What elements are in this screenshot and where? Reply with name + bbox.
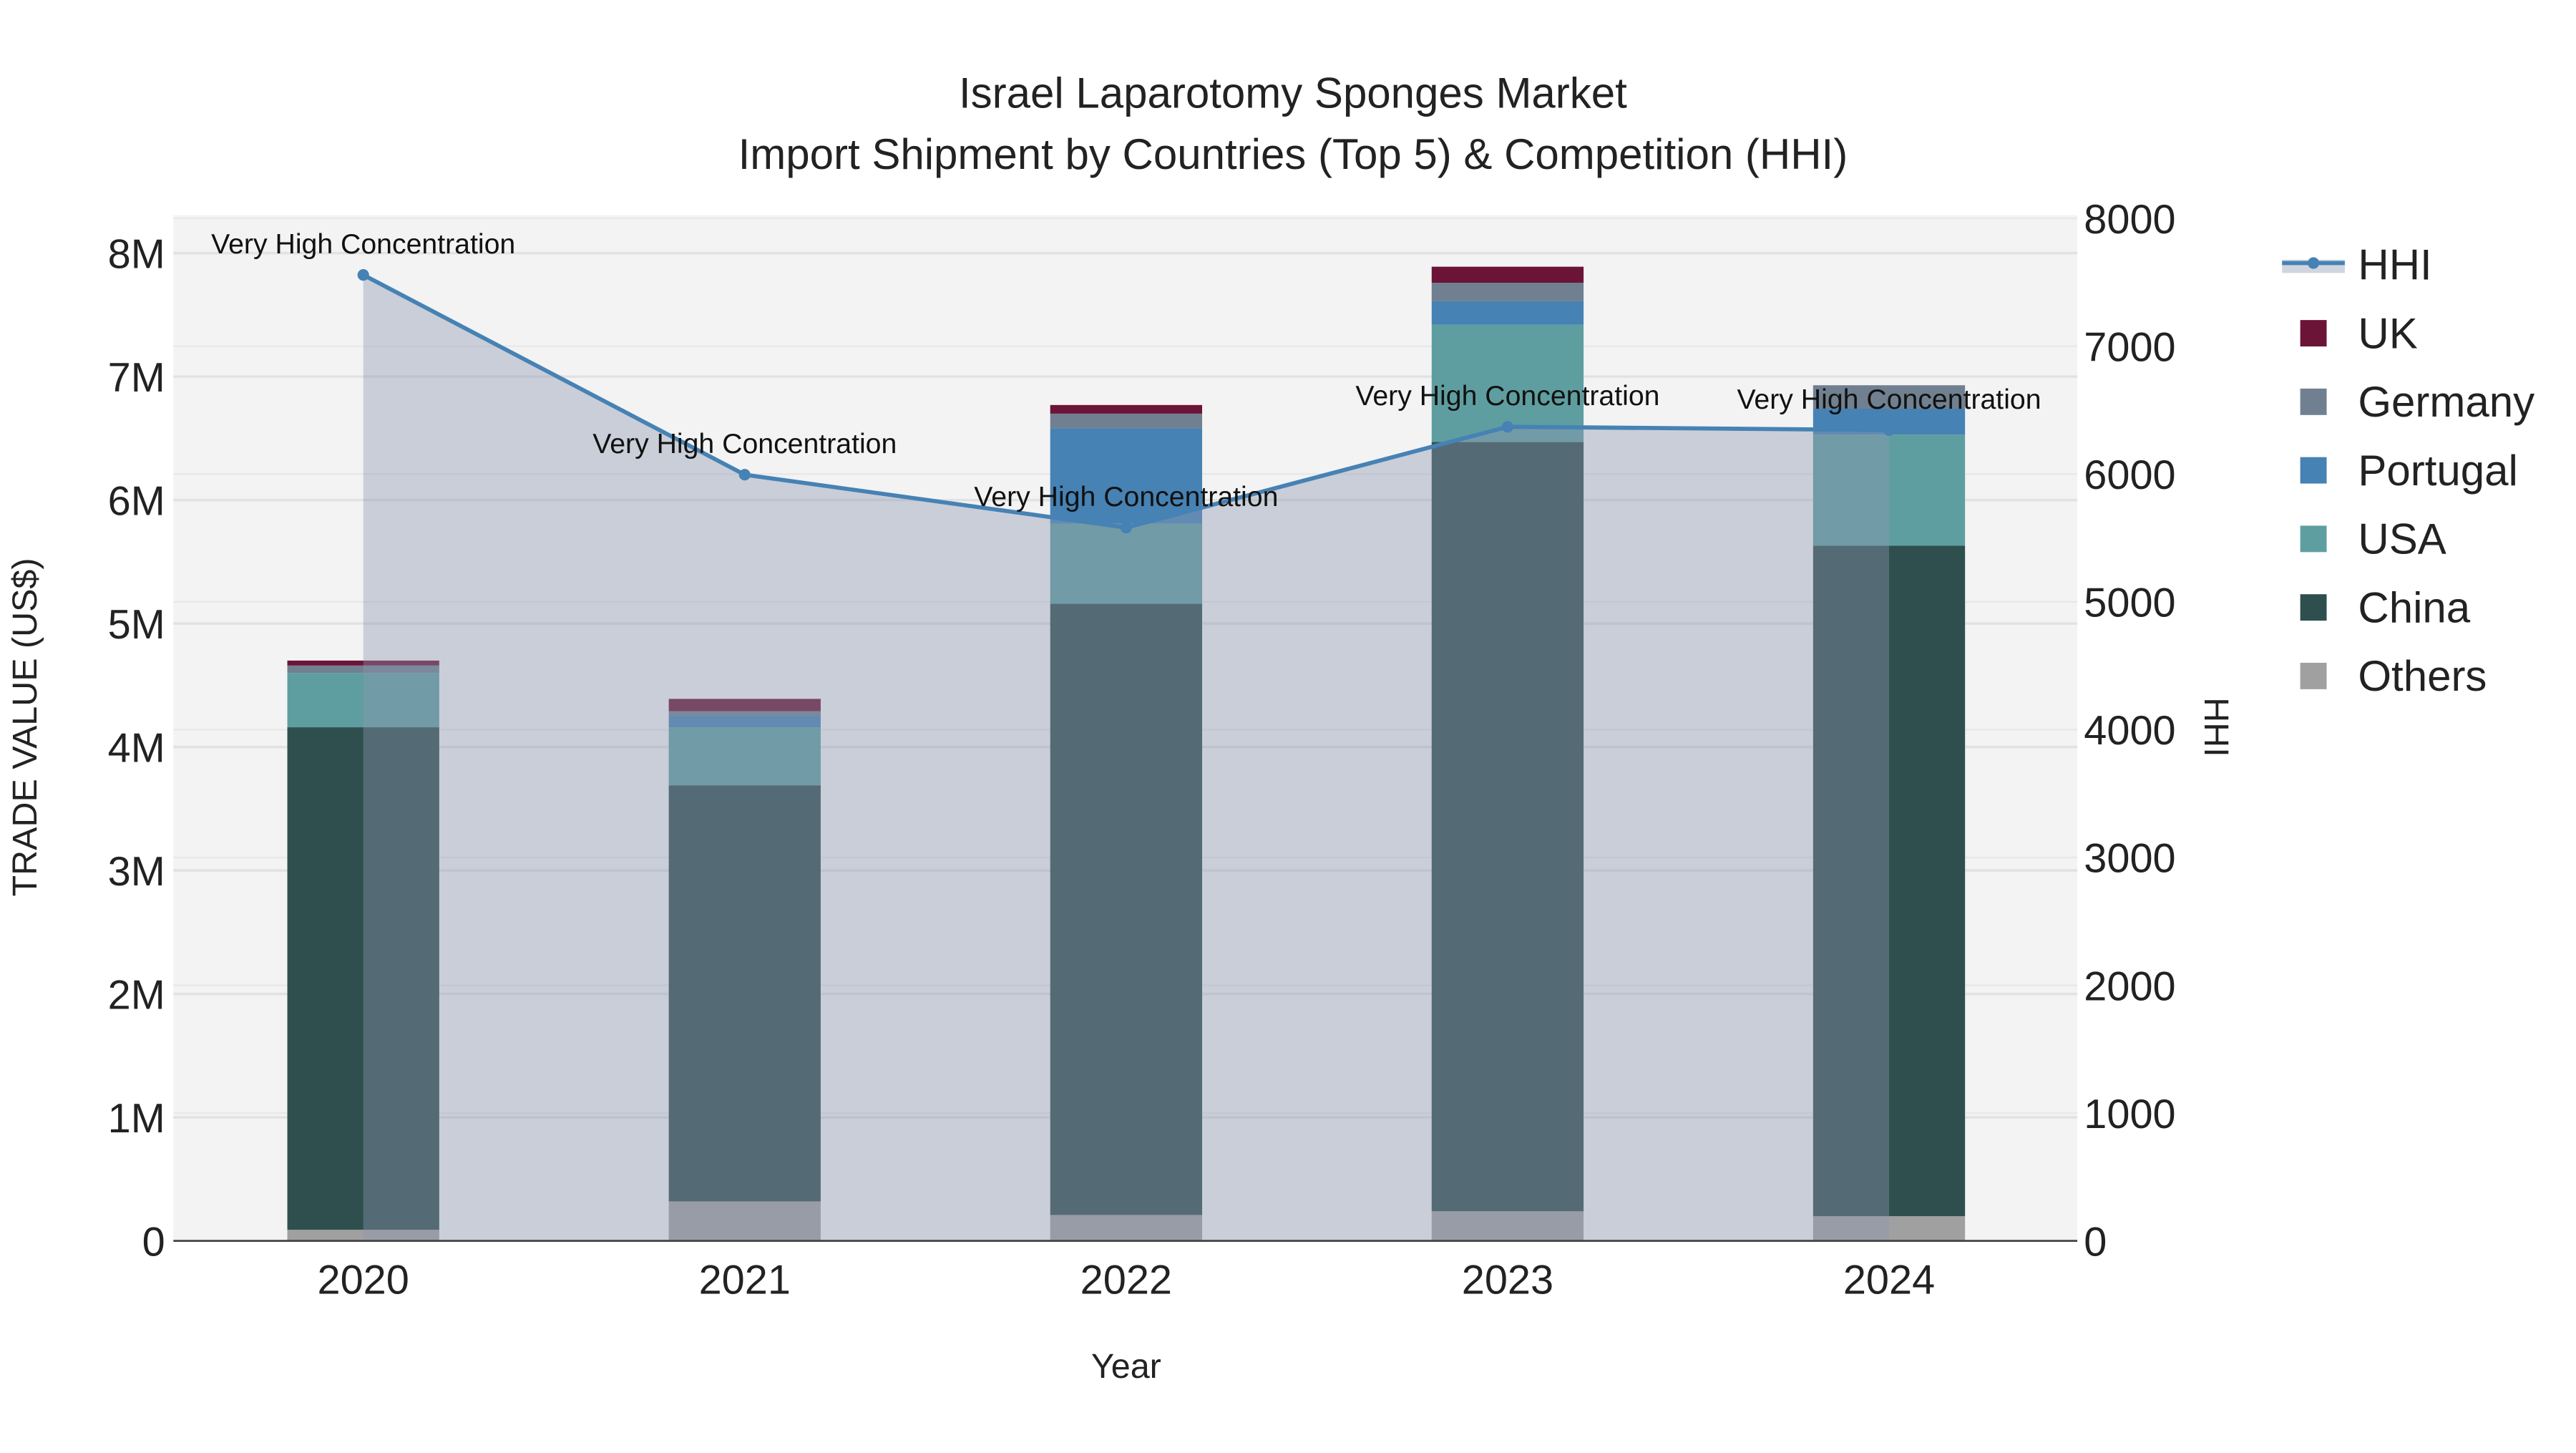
bar-germany-2023[interactable] [1431, 283, 1584, 301]
legend-item-usa[interactable]: USA [2358, 515, 2446, 563]
y2-tick-label: 3000 [2084, 836, 2175, 882]
chart: 0 1M 2M 3M 4M 5M 6M 7M 8M 0 1000 2000 3000 4000 5000 60… [6, 69, 2534, 1386]
hhi-annotation: Very High Concentration [1737, 384, 2041, 415]
legend-swatch-uk [2300, 320, 2327, 347]
legend-item-portugal[interactable]: Portugal [2358, 447, 2517, 495]
hhi-point-2022[interactable] [1120, 522, 1132, 534]
x-tick-label: 2024 [1843, 1258, 1935, 1303]
hhi-point-2021[interactable] [738, 469, 751, 481]
legend-swatch-usa [2300, 525, 2327, 553]
y-tick-label: 3M [108, 849, 165, 895]
y2-axis-title: HHI [2197, 697, 2235, 757]
legend-swatch-others [2300, 662, 2327, 689]
legend-item-others[interactable]: Others [2358, 652, 2487, 700]
y-tick-label: 2M [108, 972, 165, 1018]
y2-tick-label: 7000 [2084, 325, 2175, 371]
y-tick-label: 4M [108, 725, 165, 771]
hhi-annotation: Very High Concentration [592, 428, 897, 460]
y-axis-title: TRADE VALUE (US$) [6, 558, 44, 896]
legend-swatch-china [2300, 594, 2327, 621]
hhi-point-2024[interactable] [1883, 424, 1896, 436]
y2-tick-label: 4000 [2084, 708, 2175, 754]
bar-uk-2023[interactable] [1431, 266, 1584, 283]
y-tick-label: 6M [108, 478, 165, 524]
legend-item-uk[interactable]: UK [2358, 309, 2417, 357]
bar-germany-2022[interactable] [1050, 413, 1202, 429]
y2-tick-label: 0 [2084, 1219, 2107, 1265]
legend-item-germany[interactable]: Germany [2358, 378, 2534, 426]
y-tick-label: 1M [108, 1096, 165, 1142]
y-tick-label: 7M [108, 355, 165, 401]
hhi-annotation: Very High Concentration [974, 481, 1278, 512]
legend-swatch-germany [2300, 388, 2327, 415]
chart-title: Israel Laparotomy Sponges Market [959, 69, 1627, 117]
legend-swatch-portugal [2300, 457, 2327, 484]
bar-portugal-2023[interactable] [1431, 301, 1584, 325]
bar-uk-2022[interactable] [1050, 404, 1202, 414]
legend: HHI UK Germany Portugal USA China Others [2282, 241, 2534, 700]
chart-subtitle: Import Shipment by Countries (Top 5) & C… [738, 130, 1848, 178]
y2-tick-label: 5000 [2084, 580, 2175, 626]
x-tick-label: 2020 [318, 1258, 409, 1303]
hhi-point-2020[interactable] [357, 269, 369, 281]
y-tick-label: 0 [142, 1219, 165, 1265]
legend-item-hhi[interactable]: HHI [2358, 241, 2431, 289]
legend-hhi-marker [2308, 257, 2320, 269]
y-tick-label: 5M [108, 602, 165, 648]
x-tick-label: 2021 [699, 1258, 791, 1303]
y2-tick-label: 1000 [2084, 1092, 2175, 1137]
x-axis-title: Year [1091, 1347, 1161, 1386]
hhi-point-2023[interactable] [1501, 421, 1513, 433]
y2-tick-label: 8000 [2084, 197, 2175, 243]
x-tick-label: 2023 [1462, 1258, 1553, 1303]
legend-item-china[interactable]: China [2358, 583, 2470, 631]
x-tick-label: 2022 [1080, 1258, 1172, 1303]
y2-tick-label: 2000 [2084, 963, 2175, 1009]
y-tick-label: 8M [108, 231, 165, 277]
y2-tick-label: 6000 [2084, 452, 2175, 498]
hhi-annotation: Very High Concentration [1355, 380, 1659, 412]
hhi-annotation: Very High Concentration [211, 228, 515, 260]
